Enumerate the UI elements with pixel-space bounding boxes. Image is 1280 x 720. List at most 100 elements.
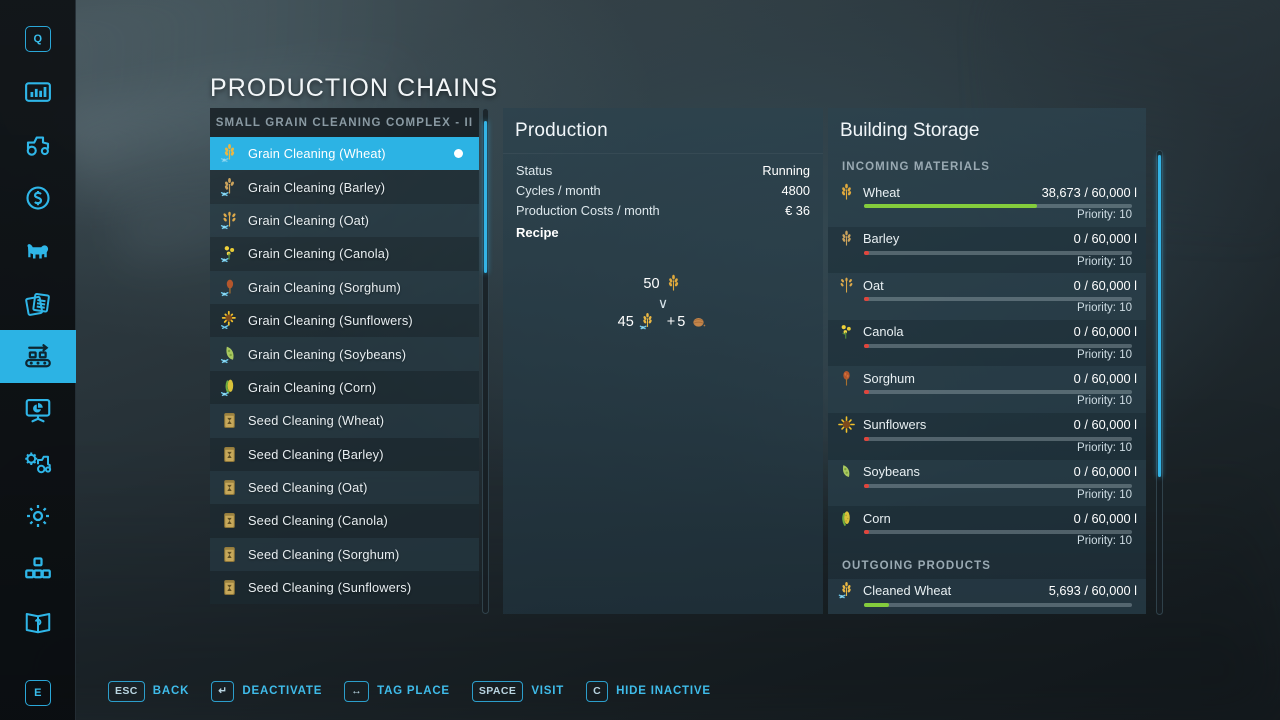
storage-fill-bar-track (864, 344, 1132, 348)
storage-row[interactable]: Soybeans0 / 60,000 lPriority: 10 (828, 460, 1146, 507)
production-stat-key: Status (516, 163, 552, 178)
production-stat-value: € 36 (785, 203, 810, 218)
storage-priority-label: Priority: 10 (1077, 442, 1132, 454)
rail-item-settings[interactable] (0, 489, 76, 542)
storage-row-header: Corn0 / 60,000 l (837, 506, 1137, 530)
production-list-panel: SMALL GRAIN CLEANING COMPLEX - II Grain … (210, 108, 479, 614)
production-list-item[interactable]: Grain Cleaning (Soybeans) (210, 337, 479, 370)
footer-hint[interactable]: SPACEVISIT (472, 681, 564, 702)
production-list-item[interactable]: Grain Cleaning (Sorghum) (210, 271, 479, 304)
storage-item-current: 5,693 (1049, 583, 1081, 598)
gear-tractor-icon (23, 448, 53, 478)
production-list-item[interactable]: Grain Cleaning (Canola) (210, 237, 479, 270)
soybean-clean-icon (219, 344, 240, 365)
footer-hint[interactable]: ↔TAG PLACE (344, 681, 450, 702)
storage-fill-bar (864, 204, 1037, 208)
footer-hint-label: VISIT (531, 685, 564, 697)
production-stat-value: 4800 (782, 183, 810, 198)
footer-hint[interactable]: ESCBACK (108, 681, 189, 702)
storage-item-capacity: 60,000 l (1091, 511, 1137, 526)
recipe-input-line: 50 (503, 274, 823, 293)
storage-item-name: Oat (863, 278, 884, 293)
sunflower-icon (837, 415, 856, 434)
rail-item-construction[interactable] (0, 542, 76, 595)
seed-bag-icon (219, 544, 240, 565)
rail-item-vehicle-config[interactable] (0, 436, 76, 489)
footer-hint[interactable]: ↵DEACTIVATE (211, 681, 322, 702)
production-panel-header: Production (503, 108, 823, 154)
active-status-dot (454, 149, 463, 158)
recipe-label: Recipe (503, 225, 823, 240)
storage-row[interactable]: Canola0 / 60,000 lPriority: 10 (828, 320, 1146, 367)
footer-hint[interactable]: CHIDE INACTIVE (586, 681, 711, 702)
storage-scrollbar[interactable] (1156, 150, 1163, 615)
storage-row[interactable]: Barley0 / 60,000 lPriority: 10 (828, 227, 1146, 274)
rail-item-statistics[interactable] (0, 65, 76, 118)
sunflower-clean-icon (219, 310, 240, 331)
production-list-item[interactable]: Grain Cleaning (Wheat) (210, 137, 479, 170)
storage-fill-bar (864, 484, 869, 488)
storage-item-current: 0 (1074, 278, 1081, 293)
storage-item-amount: 0 / 60,000 l (1074, 324, 1137, 339)
production-list-item[interactable]: Seed Cleaning (Canola) (210, 504, 479, 537)
production-list-item[interactable]: Grain Cleaning (Sunflowers) (210, 304, 479, 337)
production-list-item[interactable]: Seed Cleaning (Sunflowers) (210, 571, 479, 604)
storage-scroll-thumb[interactable] (1158, 155, 1161, 477)
rail-item-finances[interactable] (0, 171, 76, 224)
storage-fill-bar (864, 251, 869, 255)
production-list-item[interactable]: Grain Cleaning (Barley) (210, 170, 479, 203)
rail-item-animals[interactable] (0, 224, 76, 277)
storage-row[interactable]: Wheat38,673 / 60,000 lPriority: 10 (828, 180, 1146, 227)
storage-priority-label: Priority: 10 (1077, 395, 1132, 407)
storage-row[interactable]: Sorghum0 / 60,000 lPriority: 10 (828, 366, 1146, 413)
storage-row[interactable]: Oat0 / 60,000 lPriority: 10 (828, 273, 1146, 320)
production-list-item[interactable]: Seed Cleaning (Barley) (210, 438, 479, 471)
chevron-down-icon: ∨ (503, 298, 823, 308)
storage-fill-bar (864, 603, 889, 607)
rail-item-contracts[interactable] (0, 277, 76, 330)
incoming-materials-list[interactable]: Wheat38,673 / 60,000 lPriority: 10Barley… (828, 180, 1146, 553)
production-list-scroll-thumb[interactable] (484, 121, 487, 273)
rail-item-production-chains[interactable] (0, 330, 76, 383)
storage-item-separator: / (1081, 511, 1092, 526)
wheat-clean-icon (219, 143, 240, 164)
production-list-item[interactable]: Seed Cleaning (Wheat) (210, 404, 479, 437)
production-stats: Status Running Cycles / month 4800 Productio… (503, 154, 823, 220)
rail-item-map-overview[interactable] (0, 383, 76, 436)
production-stat-key: Production Costs / month (516, 203, 660, 218)
production-list-item[interactable]: Grain Cleaning (Corn) (210, 371, 479, 404)
rail-item-quick-menu[interactable]: Q (0, 12, 76, 65)
storage-row-header: Sunflowers0 / 60,000 l (837, 413, 1137, 437)
storage-row[interactable]: Cleaned Wheat5,693 / 60,000 l (828, 579, 1146, 614)
oat-icon (837, 276, 856, 295)
production-stat-value: Running (762, 163, 810, 178)
production-list-item[interactable]: Grain Cleaning (Oat) (210, 204, 479, 237)
storage-item-separator: / (1081, 371, 1092, 386)
storage-row[interactable]: Corn0 / 60,000 lPriority: 10 (828, 506, 1146, 553)
production-list-item-label: Seed Cleaning (Sorghum) (248, 547, 399, 562)
production-list-item[interactable]: Seed Cleaning (Oat) (210, 471, 479, 504)
production-list-item[interactable]: Seed Cleaning (Sorghum) (210, 538, 479, 571)
page-title: PRODUCTION CHAINS (210, 74, 498, 103)
storage-priority-label: Priority: 10 (1077, 302, 1132, 314)
storage-item-separator: / (1081, 231, 1092, 246)
production-list-item-label: Seed Cleaning (Oat) (248, 480, 368, 495)
storage-item-name: Soybeans (863, 464, 920, 479)
barley-clean-icon (219, 177, 240, 198)
production-list-item-label: Seed Cleaning (Sunflowers) (248, 580, 411, 595)
storage-row-header: Barley0 / 60,000 l (837, 227, 1137, 251)
outgoing-products-label: OUTGOING PRODUCTS (828, 553, 1146, 579)
storage-item-capacity: 60,000 l (1091, 371, 1137, 386)
storage-row[interactable]: Sunflowers0 / 60,000 l Priority: 10 (828, 413, 1146, 460)
production-list-header: SMALL GRAIN CLEANING COMPLEX - II (210, 108, 479, 137)
rail-item-help[interactable] (0, 595, 76, 648)
rail-item-vehicles[interactable] (0, 118, 76, 171)
seed-bag-icon (219, 410, 240, 431)
production-list-scrollbar[interactable] (482, 108, 489, 614)
building-storage-panel: Building Storage INCOMING MATERIALS Whea… (828, 108, 1146, 614)
storage-item-capacity: 60,000 l (1091, 185, 1137, 200)
production-list[interactable]: Grain Cleaning (Wheat)Grain Cleaning (Ba… (210, 137, 479, 614)
storage-item-name: Wheat (863, 185, 900, 200)
outgoing-products-list[interactable]: Cleaned Wheat5,693 / 60,000 l (828, 579, 1146, 614)
production-stat-key: Cycles / month (516, 183, 601, 198)
